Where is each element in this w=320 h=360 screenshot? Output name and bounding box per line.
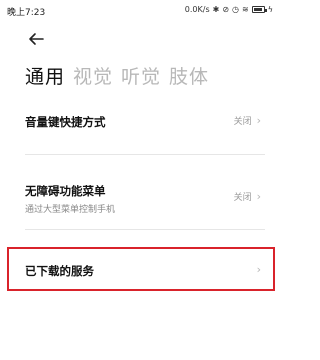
mute-icon: ⊘ xyxy=(222,5,230,14)
divider xyxy=(25,154,265,155)
setting-value: 关闭 xyxy=(233,193,252,203)
bluetooth-icon: ✱ xyxy=(212,5,220,14)
tab-hearing[interactable]: 听觉 xyxy=(121,62,161,89)
tab-physical[interactable]: 肢体 xyxy=(169,62,209,89)
setting-value: 关闭 xyxy=(233,117,252,127)
setting-accessibility-menu[interactable]: 无障碍功能菜单 通过大型菜单控制手机 关闭 › xyxy=(25,183,265,215)
setting-title: 无障碍功能菜单 xyxy=(25,184,106,198)
divider xyxy=(25,229,265,230)
wifi-icon: ≋ xyxy=(242,5,249,14)
chevron-right-icon: › xyxy=(256,114,261,127)
setting-title: 音量键快捷方式 xyxy=(25,115,106,129)
alarm-icon: ◷ xyxy=(232,5,240,14)
status-icons: 0.0K/s ✱ ⊘ ◷ ≋ ϟ xyxy=(185,5,273,14)
status-time: 晚上7:23 xyxy=(7,8,46,18)
setting-subtitle: 通过大型菜单控制手机 xyxy=(25,205,116,215)
charging-icon: ϟ xyxy=(267,5,273,14)
battery-icon xyxy=(251,6,267,13)
tab-general[interactable]: 通用 xyxy=(25,62,65,89)
setting-value-group: 关闭 › xyxy=(234,114,261,127)
category-tabs: 通用 视觉 听觉 肢体 xyxy=(25,62,209,89)
back-arrow-icon[interactable] xyxy=(26,29,46,49)
setting-value-group: 关闭 › xyxy=(234,190,261,203)
setting-volume-shortcut[interactable]: 音量键快捷方式 关闭 › xyxy=(25,114,265,134)
network-speed: 0.0K/s xyxy=(184,5,210,14)
status-bar: 晚上7:23 0.0K/s ✱ ⊘ ◷ ≋ ϟ xyxy=(0,0,281,22)
tab-vision[interactable]: 视觉 xyxy=(73,62,113,89)
chevron-right-icon: › xyxy=(256,190,261,203)
selection-highlight xyxy=(7,247,275,291)
